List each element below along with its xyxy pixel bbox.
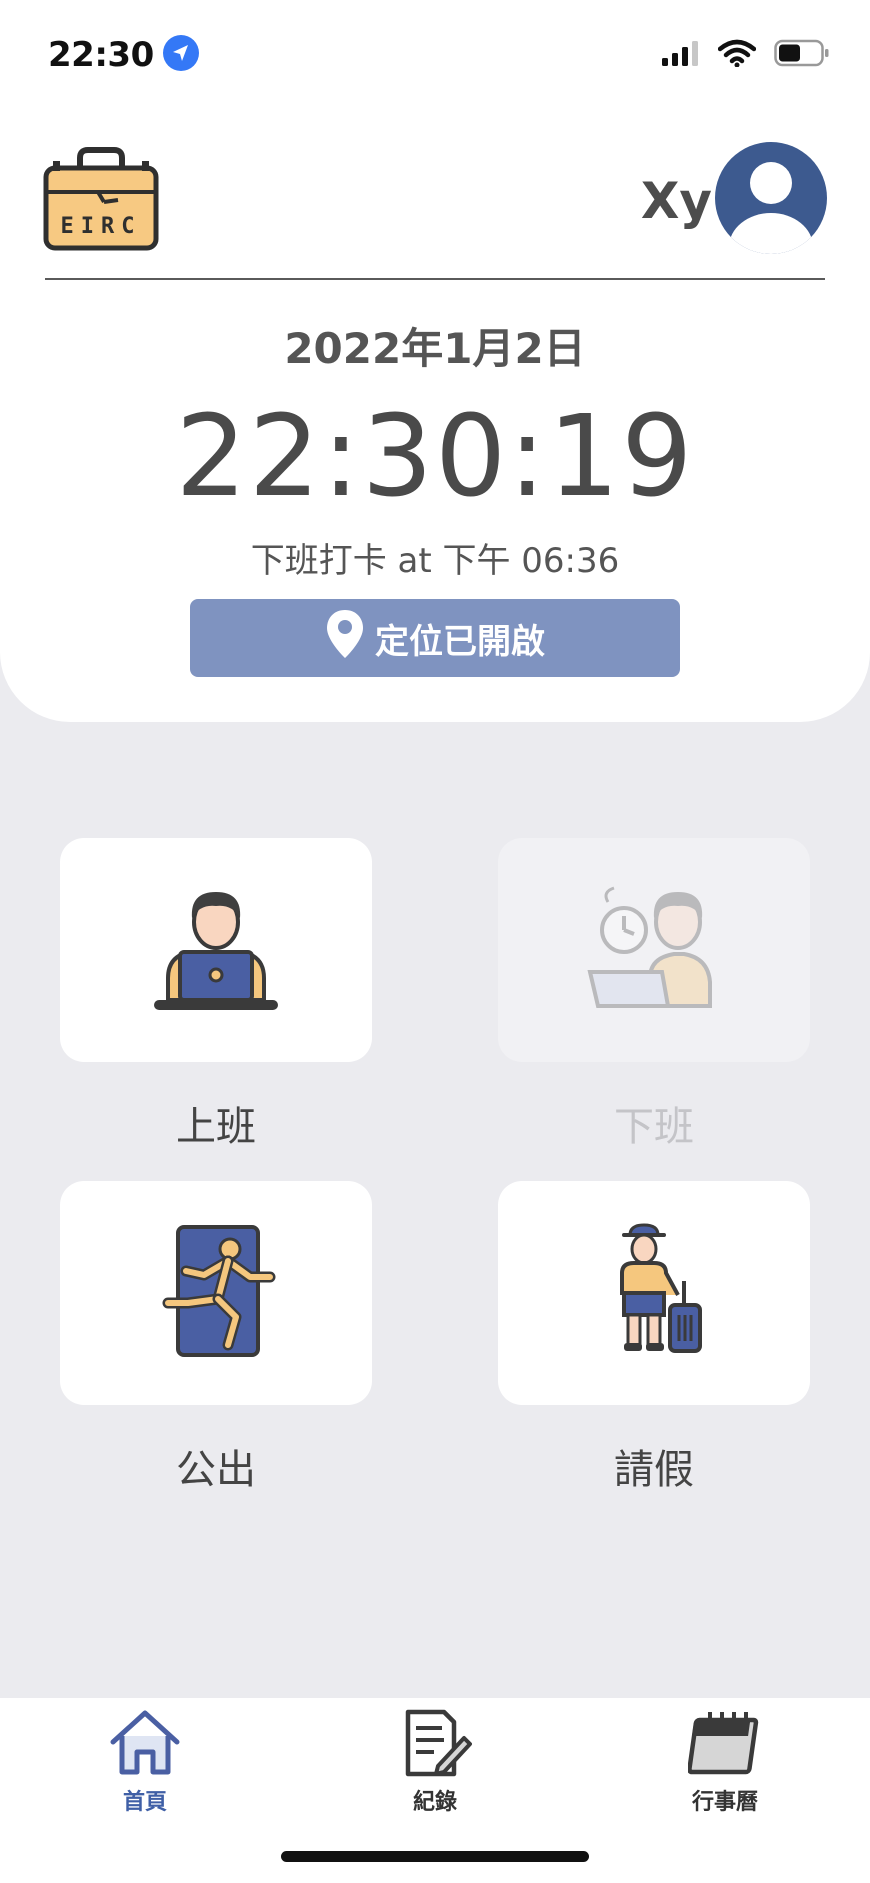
status-time: 22:30 (48, 35, 154, 75)
nav-home-label: 首頁 (122, 1790, 167, 1815)
worker-clock-off-icon (584, 878, 724, 1022)
clock-in-label: 上班 (176, 1104, 256, 1150)
location-arrow-icon (162, 34, 200, 76)
leave-request-label: 請假 (614, 1447, 694, 1493)
nav-records-label: 紀錄 (412, 1790, 457, 1815)
battery-icon (774, 39, 830, 71)
header-divider (45, 278, 825, 280)
business-trip-label: 公出 (176, 1447, 256, 1493)
current-time: 22:30:19 (175, 392, 695, 522)
eirc-logo: EIRC (42, 146, 160, 256)
leave-request-button[interactable] (498, 1181, 810, 1405)
nav-calendar[interactable]: 行事曆 (645, 1708, 805, 1816)
user-name: Xy (640, 172, 712, 230)
traveler-with-suitcase-icon (584, 1221, 724, 1365)
location-status-button[interactable]: 定位已開啟 (190, 599, 680, 677)
last-punch-status: 下班打卡 at 下午 06:36 (250, 541, 620, 581)
wifi-icon (717, 39, 757, 71)
home-indicator[interactable] (281, 1851, 589, 1862)
location-status-label: 定位已開啟 (375, 621, 545, 662)
worker-at-laptop-icon (146, 878, 286, 1022)
nav-records[interactable]: 紀錄 (355, 1708, 515, 1816)
map-pin-icon (325, 608, 365, 669)
clock-out-button[interactable] (498, 838, 810, 1062)
home-icon (108, 1708, 182, 1782)
person-running-out-door-icon (146, 1221, 286, 1365)
nav-calendar-label: 行事曆 (691, 1790, 758, 1815)
status-bar: 22:30 (0, 0, 870, 110)
clock-in-button[interactable] (60, 838, 372, 1062)
calendar-icon (687, 1708, 762, 1782)
current-date: 2022年1月2日 (284, 324, 586, 373)
user-avatar-icon[interactable] (714, 141, 828, 259)
document-edit-icon (398, 1708, 472, 1782)
business-trip-button[interactable] (60, 1181, 372, 1405)
clock-out-label: 下班 (614, 1104, 694, 1150)
nav-home[interactable]: 首頁 (65, 1708, 225, 1816)
logo-text: EIRC (61, 214, 142, 239)
cellular-signal-icon (662, 40, 700, 70)
